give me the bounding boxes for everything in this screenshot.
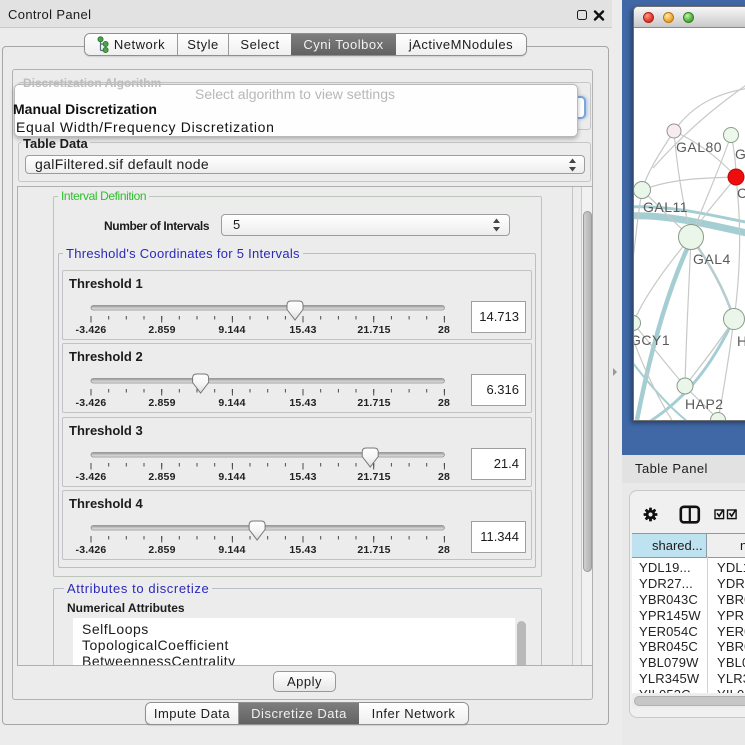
svg-text:GCY1: GCY1 — [634, 332, 670, 348]
svg-text:C: C — [737, 185, 745, 201]
svg-text:GAL80: GAL80 — [676, 139, 722, 155]
svg-text:GAL4: GAL4 — [693, 251, 731, 267]
svg-text:GA: GA — [735, 146, 745, 162]
svg-text:H: H — [737, 333, 745, 349]
svg-text:GAL11: GAL11 — [643, 199, 688, 215]
svg-text:HAP2: HAP2 — [685, 396, 724, 412]
